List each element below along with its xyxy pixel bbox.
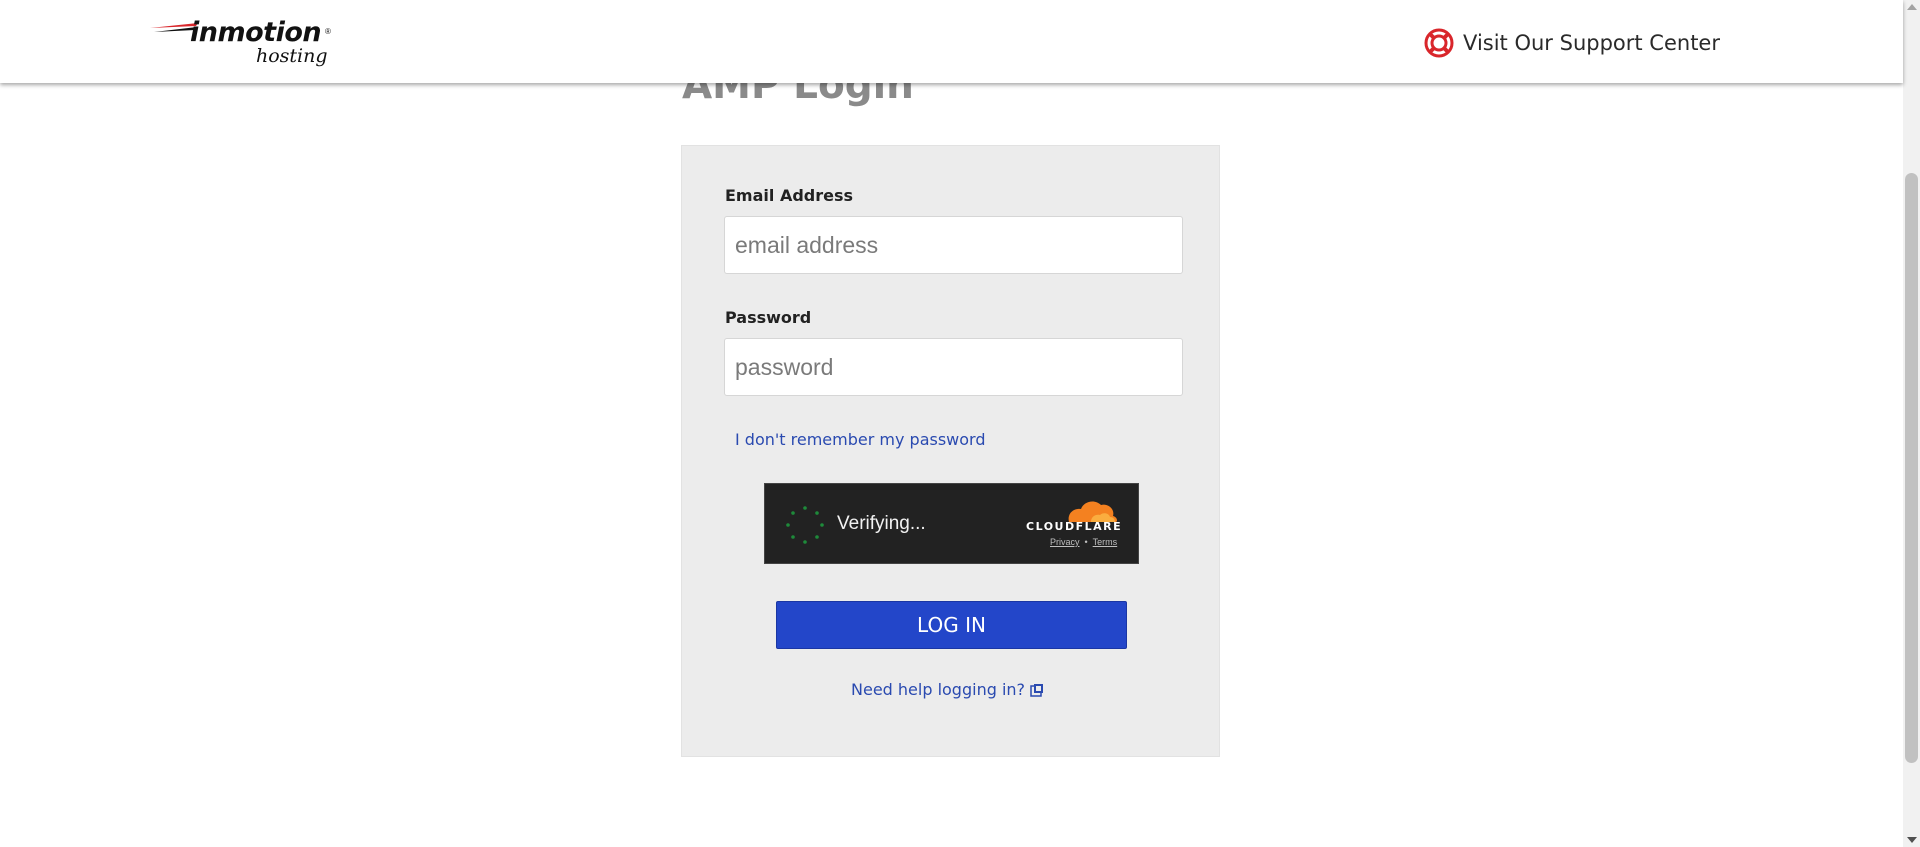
lifebuoy-icon [1424,28,1454,58]
email-input[interactable] [724,216,1183,274]
link-separator: • [1084,537,1088,547]
cloudflare-wordmark: CLOUDFLARE [1026,520,1123,533]
support-center-link[interactable]: Visit Our Support Center [1423,26,1720,60]
logo-subtitle: hosting [256,45,328,67]
terms-link[interactable]: Terms [1093,537,1118,547]
need-help-link[interactable]: Need help logging in? [851,680,1044,699]
scrollbar-thumb[interactable] [1905,173,1918,763]
logo-wordmark: inmotion [190,17,322,48]
inmotion-hosting-logo[interactable]: inmotion ® hosting [150,14,335,70]
cloudflare-turnstile-widget[interactable]: Verifying... CLOUDFLARE Privacy • Terms [764,483,1139,564]
email-label: Email Address [725,186,854,205]
verifying-status: Verifying... [837,513,926,534]
logo-registered-mark: ® [325,27,331,36]
site-header: inmotion ® hosting Visit Our Support Cen… [0,0,1903,83]
support-center-label: Visit Our Support Center [1463,31,1720,55]
password-input[interactable] [724,338,1183,396]
forgot-password-link[interactable]: I don't remember my password [735,430,986,449]
need-help-label: Need help logging in? [851,680,1026,699]
login-button[interactable]: LOG IN [776,601,1127,649]
cloudflare-links: Privacy • Terms [1050,537,1117,547]
scroll-down-arrow-icon[interactable] [1907,837,1917,843]
password-label: Password [725,308,812,327]
vertical-scrollbar[interactable] [1903,0,1920,847]
loading-spinner-icon [786,506,824,544]
login-card: Email Address Password I don't remember … [681,145,1220,757]
external-link-icon [1030,683,1044,697]
privacy-link[interactable]: Privacy [1050,537,1080,547]
scroll-up-arrow-icon[interactable] [1907,4,1917,10]
